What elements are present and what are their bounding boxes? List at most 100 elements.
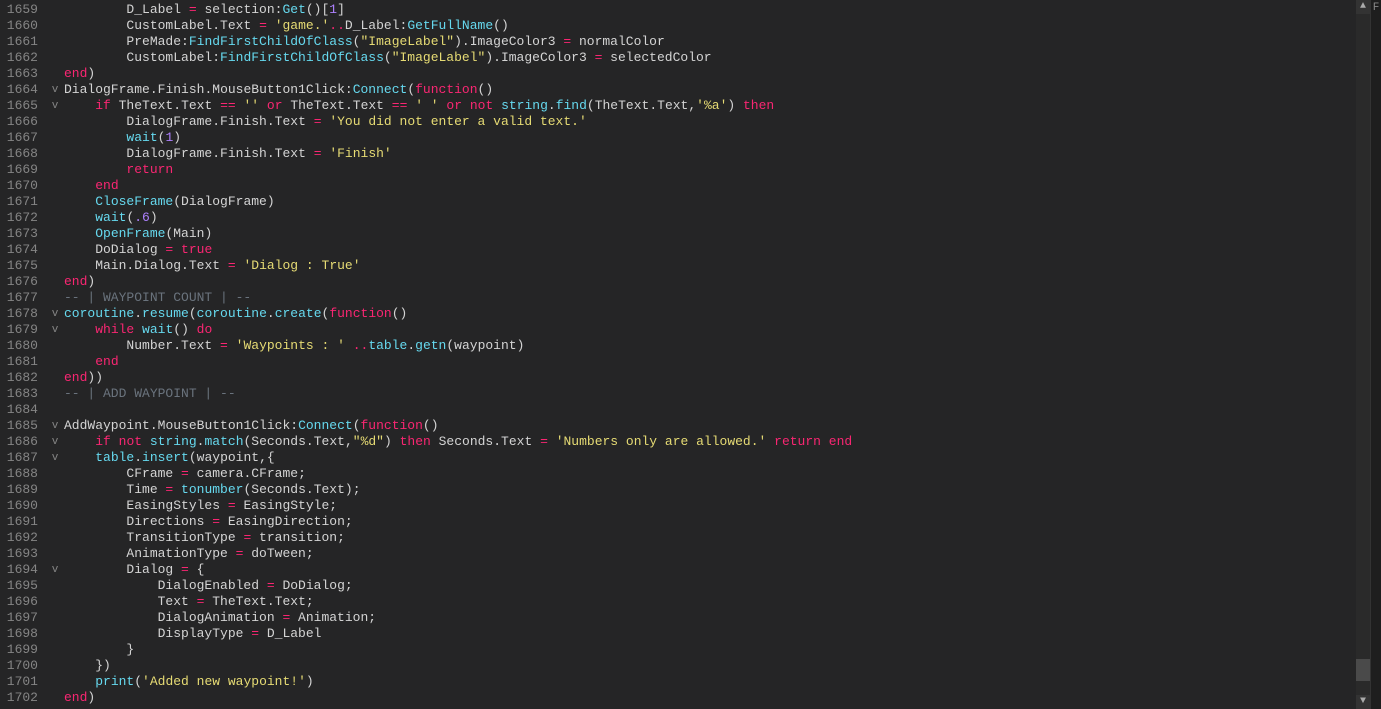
fold-marker: [46, 578, 64, 594]
code-line[interactable]: CustomLabel:FindFirstChildOfClass("Image…: [64, 50, 1381, 66]
code-line[interactable]: AddWaypoint.MouseButton1Click:Connect(fu…: [64, 418, 1381, 434]
code-line[interactable]: wait(.6): [64, 210, 1381, 226]
code-line[interactable]: return: [64, 162, 1381, 178]
line-number: 1684: [0, 402, 38, 418]
line-number: 1689: [0, 482, 38, 498]
vertical-scrollbar[interactable]: ▲ ▼: [1356, 0, 1370, 709]
code-line[interactable]: DialogFrame.Finish.MouseButton1Click:Con…: [64, 82, 1381, 98]
code-line[interactable]: DialogAnimation = Animation;: [64, 610, 1381, 626]
code-line[interactable]: DisplayType = D_Label: [64, 626, 1381, 642]
line-number: 1687: [0, 450, 38, 466]
code-line[interactable]: TransitionType = transition;: [64, 530, 1381, 546]
line-number: 1660: [0, 18, 38, 34]
fold-marker: [46, 642, 64, 658]
line-number: 1682: [0, 370, 38, 386]
code-line[interactable]: Text = TheText.Text;: [64, 594, 1381, 610]
fold-marker: [46, 594, 64, 610]
code-line[interactable]: -- | WAYPOINT COUNT | --: [64, 290, 1381, 306]
code-line[interactable]: AnimationType = doTween;: [64, 546, 1381, 562]
line-number: 1665: [0, 98, 38, 114]
code-line[interactable]: DialogEnabled = DoDialog;: [64, 578, 1381, 594]
code-line[interactable]: }: [64, 642, 1381, 658]
code-line[interactable]: DoDialog = true: [64, 242, 1381, 258]
line-number: 1659: [0, 2, 38, 18]
code-line[interactable]: end: [64, 178, 1381, 194]
scroll-down-button[interactable]: ▼: [1356, 695, 1370, 709]
line-number-gutter: 1659166016611662166316641665166616671668…: [0, 0, 46, 709]
scroll-up-button[interactable]: ▲: [1356, 0, 1370, 14]
code-line[interactable]: D_Label = selection:Get()[1]: [64, 2, 1381, 18]
code-line[interactable]: DialogFrame.Finish.Text = 'Finish': [64, 146, 1381, 162]
fold-marker: [46, 50, 64, 66]
code-line[interactable]: while wait() do: [64, 322, 1381, 338]
line-number: 1671: [0, 194, 38, 210]
code-line[interactable]: Directions = EasingDirection;: [64, 514, 1381, 530]
code-line[interactable]: print('Added new waypoint!'): [64, 674, 1381, 690]
fold-marker: [46, 610, 64, 626]
code-line[interactable]: wait(1): [64, 130, 1381, 146]
fold-marker[interactable]: v: [46, 450, 64, 466]
fold-marker: [46, 2, 64, 18]
code-editor[interactable]: 1659166016611662166316641665166616671668…: [0, 0, 1381, 709]
line-number: 1699: [0, 642, 38, 658]
fold-marker[interactable]: v: [46, 82, 64, 98]
code-line[interactable]: Main.Dialog.Text = 'Dialog : True': [64, 258, 1381, 274]
code-line[interactable]: }): [64, 658, 1381, 674]
code-line[interactable]: OpenFrame(Main): [64, 226, 1381, 242]
code-line[interactable]: end): [64, 66, 1381, 82]
code-line[interactable]: -- | ADD WAYPOINT | --: [64, 386, 1381, 402]
fold-marker: [46, 530, 64, 546]
code-line[interactable]: PreMade:FindFirstChildOfClass("ImageLabe…: [64, 34, 1381, 50]
line-number: 1693: [0, 546, 38, 562]
line-number: 1681: [0, 354, 38, 370]
code-line[interactable]: CFrame = camera.CFrame;: [64, 466, 1381, 482]
fold-marker[interactable]: v: [46, 306, 64, 322]
fold-marker: [46, 242, 64, 258]
fold-marker: [46, 130, 64, 146]
fold-marker: [46, 290, 64, 306]
line-number: 1690: [0, 498, 38, 514]
fold-marker: [46, 498, 64, 514]
code-line[interactable]: table.insert(waypoint,{: [64, 450, 1381, 466]
line-number: 1680: [0, 338, 38, 354]
scroll-thumb[interactable]: [1356, 659, 1370, 680]
code-line[interactable]: DialogFrame.Finish.Text = 'You did not e…: [64, 114, 1381, 130]
line-number: 1694: [0, 562, 38, 578]
fold-marker: [46, 226, 64, 242]
fold-marker[interactable]: v: [46, 322, 64, 338]
line-number: 1673: [0, 226, 38, 242]
fold-marker[interactable]: v: [46, 434, 64, 450]
code-line[interactable]: end): [64, 690, 1381, 706]
code-line[interactable]: coroutine.resume(coroutine.create(functi…: [64, 306, 1381, 322]
line-number: 1688: [0, 466, 38, 482]
line-number: 1675: [0, 258, 38, 274]
code-line[interactable]: CloseFrame(DialogFrame): [64, 194, 1381, 210]
code-line[interactable]: [64, 402, 1381, 418]
code-line[interactable]: if TheText.Text == '' or TheText.Text ==…: [64, 98, 1381, 114]
line-number: 1662: [0, 50, 38, 66]
line-number: 1669: [0, 162, 38, 178]
line-number: 1668: [0, 146, 38, 162]
code-line[interactable]: EasingStyles = EasingStyle;: [64, 498, 1381, 514]
code-line[interactable]: Time = tonumber(Seconds.Text);: [64, 482, 1381, 498]
code-area[interactable]: D_Label = selection:Get()[1] CustomLabel…: [64, 0, 1381, 709]
code-line[interactable]: Number.Text = 'Waypoints : ' ..table.get…: [64, 338, 1381, 354]
line-number: 1661: [0, 34, 38, 50]
code-line[interactable]: if not string.match(Seconds.Text,"%d") t…: [64, 434, 1381, 450]
right-side-panel: F: [1370, 0, 1381, 709]
line-number: 1674: [0, 242, 38, 258]
code-line[interactable]: Dialog = {: [64, 562, 1381, 578]
fold-marker: [46, 162, 64, 178]
fold-marker[interactable]: v: [46, 418, 64, 434]
code-line[interactable]: end: [64, 354, 1381, 370]
fold-marker: [46, 274, 64, 290]
line-number: 1691: [0, 514, 38, 530]
fold-marker[interactable]: v: [46, 98, 64, 114]
code-line[interactable]: CustomLabel.Text = 'game.'..D_Label:GetF…: [64, 18, 1381, 34]
code-line[interactable]: end): [64, 274, 1381, 290]
fold-marker: [46, 194, 64, 210]
fold-marker[interactable]: v: [46, 562, 64, 578]
fold-column[interactable]: vvvvvvvv: [46, 0, 64, 709]
line-number: 1702: [0, 690, 38, 706]
code-line[interactable]: end)): [64, 370, 1381, 386]
